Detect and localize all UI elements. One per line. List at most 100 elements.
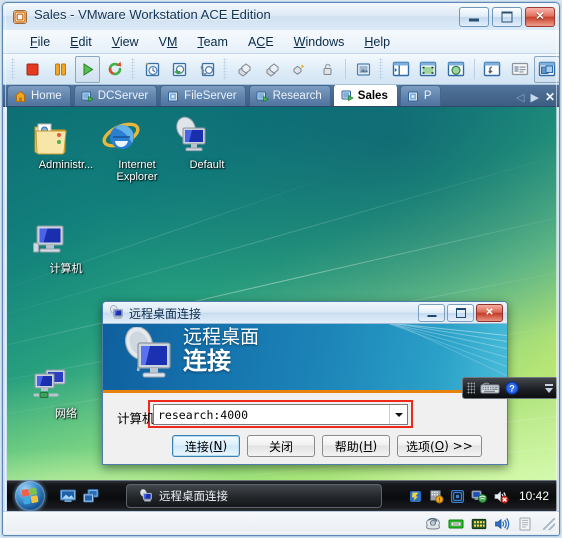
delete-vm-icon[interactable] [287,56,313,83]
taskbar-buttons: 远程桌面连接 [126,484,382,508]
snapshot-manager-icon[interactable] [195,56,221,83]
menu-file[interactable]: File [20,33,60,51]
menu-team[interactable]: Team [187,33,238,51]
vm-tab-fileserver[interactable]: FileServer [160,85,246,106]
clone-icon[interactable] [232,56,258,83]
remote-desktop-large-icon [121,327,181,387]
menu-ace[interactable]: ACE [238,33,284,51]
close-button[interactable]: ✕ [525,7,555,27]
usb-icon[interactable] [471,517,487,531]
remote-desktop-dialog[interactable]: 远程桌面连接 ✕ 远程桌面 连接 计算机 (research:4000 连接(… [102,301,508,465]
network-status-icon[interactable] [471,489,487,504]
computer-icon [29,219,103,261]
windows-flag-icon [21,487,39,505]
keyboard-icon[interactable] [480,382,500,394]
vm-off-icon [407,90,420,103]
full-screen-icon[interactable] [443,56,469,83]
vm-tab-label: FileServer [184,90,237,102]
menu-vm[interactable]: VM [149,33,188,51]
start-orb[interactable] [15,481,45,511]
desktop-icon-label: Default [189,159,225,171]
desktop-icon-default[interactable]: Default [170,115,244,171]
capture-screen-icon[interactable] [351,56,377,83]
dialog-maximize-button[interactable] [447,304,474,322]
close-dialog-button[interactable]: 关闭 [247,435,315,457]
taskbar-button-remote-desktop[interactable]: 远程桌面连接 [126,484,382,508]
settings-icon[interactable] [479,56,505,83]
power-off-icon[interactable] [20,56,46,83]
console-view-icon[interactable] [534,55,559,83]
menu-help[interactable]: Help [354,33,400,51]
summary-icon[interactable] [507,56,533,83]
vm-running-icon [256,90,269,103]
vmware-tools-icon[interactable] [450,489,465,504]
menubar: File Edit View VM Team ACE Windows Help [3,30,559,54]
hard-disk-icon[interactable] [425,517,441,531]
computer-input[interactable] [154,405,389,424]
vm-tab-home[interactable]: Home [7,85,71,106]
dialog-header-line2: 连接 [183,346,231,375]
fit-guest-icon[interactable] [416,56,442,83]
snapshot-icon[interactable] [140,56,166,83]
chevron-down-icon[interactable] [389,405,407,424]
menu-edit[interactable]: Edit [60,33,102,51]
floatbar-controls[interactable] [545,383,553,393]
toolbar-grip-4[interactable] [379,58,383,80]
maximize-button[interactable] [492,7,522,27]
dialog-header-text: 远程桌面 连接 [183,327,259,375]
expand-bar[interactable] [545,387,553,393]
vm-tabstrip: Home DCServer FileServer Research Sales … [3,85,559,107]
network-adapter-icon[interactable] [448,517,464,531]
vm-tab-p[interactable]: P [399,85,441,106]
printer-icon[interactable] [517,517,533,531]
show-desktop-icon[interactable] [59,488,77,504]
vm-tab-research[interactable]: Research [248,85,331,106]
dialog-titlebar: 远程桌面连接 ✕ [103,302,507,324]
window-title: Sales - VMware Workstation ACE Edition [34,7,271,22]
dialog-minimize-button[interactable] [418,304,445,322]
network-icon [29,364,103,406]
power-on-icon[interactable] [74,55,101,83]
help-button[interactable]: 帮助(H) [322,435,390,457]
vm-tab-sales[interactable]: Sales [333,85,397,106]
suspend-icon[interactable] [47,56,73,83]
tab-close-button[interactable]: ✕ [545,90,555,104]
desktop-icon-network[interactable]: 网络 [29,364,103,420]
desktop-icon-administrator[interactable]: Administr... [29,115,103,171]
show-sidebar-icon[interactable] [388,56,414,83]
menu-view[interactable]: View [102,33,149,51]
toolbar-grip-3[interactable] [223,58,227,80]
options-button[interactable]: 选项(O) >> [397,435,482,457]
security-alert-icon[interactable]: ! [429,489,444,504]
vm-tab-label: P [423,90,432,102]
grip-dots[interactable] [467,382,475,394]
toolbar-grip[interactable] [11,58,15,80]
desktop-icon-internet-explorer[interactable]: Internet Explorer [100,115,174,183]
menu-windows[interactable]: Windows [284,33,355,51]
tab-prev-button[interactable]: ◁ [516,91,524,104]
switch-window-icon[interactable] [82,488,100,504]
reset-icon[interactable] [102,56,128,83]
flash-update-icon[interactable] [408,489,423,504]
minimize-button[interactable] [459,7,489,27]
computer-combobox[interactable] [153,404,408,425]
unlock-icon[interactable] [314,56,340,83]
clone-linked-icon[interactable] [259,56,285,83]
resize-grip[interactable] [543,517,555,530]
volume-muted-icon[interactable] [493,489,509,504]
dialog-close-button[interactable]: ✕ [476,304,503,322]
revert-snapshot-icon[interactable] [167,56,193,83]
vm-guest-screen[interactable]: Administr... Internet Explorer Default 计… [7,107,557,511]
vm-tab-label: DCServer [97,90,149,102]
help-icon[interactable]: ? [505,381,519,395]
sound-icon[interactable] [494,517,510,531]
tab-next-button[interactable]: ▶ [530,91,538,104]
desktop-icon-computer[interactable]: 计算机 [29,219,103,275]
vm-floating-toolbar[interactable]: ? [462,377,557,399]
toolbar-grip-2[interactable] [130,58,135,80]
screenshot-root: Sales - VMware Workstation ACE Edition ✕… [0,0,562,538]
connect-button[interactable]: 连接(N) [172,435,240,457]
minimize-bar[interactable] [545,383,553,386]
vm-tab-dcserver[interactable]: DCServer [73,85,158,106]
taskbar-clock[interactable]: 10:42 [519,489,549,503]
